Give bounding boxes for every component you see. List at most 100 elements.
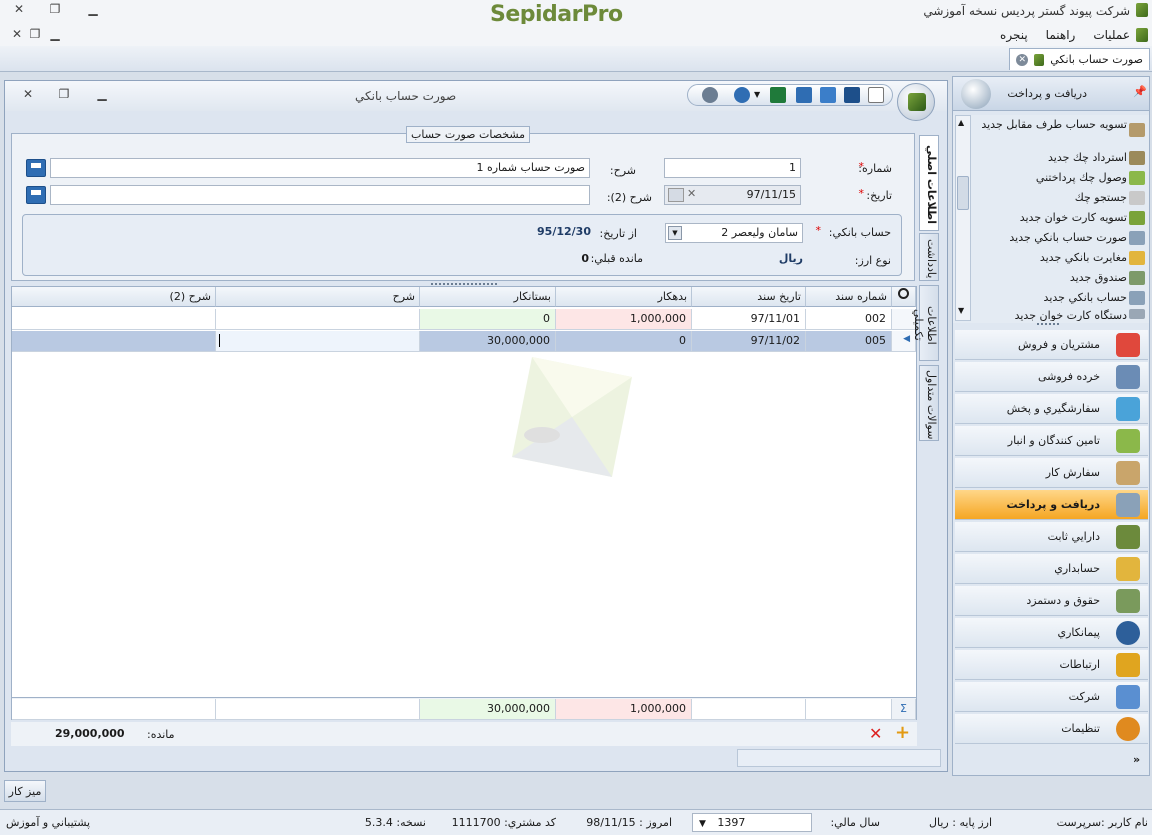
menu-operations[interactable]: عملیات	[1093, 28, 1130, 42]
col-desc2[interactable]: شرح (2)	[12, 287, 216, 307]
task-return-cheque[interactable]: استرداد چك جديد	[1048, 151, 1127, 164]
module-suppliers-inventory[interactable]: تامين کنندگان و انبار	[955, 426, 1148, 456]
save-new-icon[interactable]	[820, 87, 836, 103]
settle-icon	[1129, 123, 1145, 137]
toolbar: ▼	[687, 84, 893, 106]
close-window-button[interactable]: ✕	[10, 2, 28, 16]
task-collect-cheque[interactable]: وصول چك پرداختني	[1036, 171, 1127, 184]
task-new-card-device[interactable]: دستگاه کارت خوان جديد	[1015, 309, 1127, 321]
r0-desc2[interactable]	[12, 309, 216, 330]
desktop-button[interactable]: ميز کار	[4, 780, 46, 802]
restore-window-button[interactable]: ❐	[46, 2, 64, 16]
fiscal-year-select[interactable]: ▼ 1397	[692, 813, 812, 832]
tab-extra-info[interactable]: اطلاعات تکميلي	[912, 285, 939, 361]
r1-desc2[interactable]	[12, 331, 216, 352]
window-close-button[interactable]: ✕	[19, 87, 37, 101]
col-doc-date[interactable]: تاريخ سند	[692, 287, 806, 307]
desc2-field[interactable]	[50, 185, 590, 205]
r1-doc-date[interactable]: 97/11/02	[692, 331, 806, 352]
number-field[interactable]: 1	[664, 158, 801, 178]
minimize-window-button[interactable]: ▁	[84, 2, 102, 16]
task-scrollbar[interactable]: ▲ ▼	[955, 115, 971, 321]
form-logo-icon	[897, 83, 935, 121]
add-row-icon[interactable]: +	[895, 722, 910, 743]
save-close-icon[interactable]	[796, 87, 812, 103]
bank-statement-icon	[1129, 231, 1145, 245]
mdi-minimize-button[interactable]: ▁	[46, 27, 64, 41]
col-doc-number[interactable]: شماره سند	[806, 287, 892, 307]
r1-debit[interactable]: 0	[556, 331, 692, 352]
menu-window[interactable]: پنجره	[1000, 28, 1028, 42]
date-value: 97/11/15	[746, 188, 796, 201]
clear-date-icon[interactable]: ✕	[687, 187, 696, 200]
tools-icon[interactable]	[702, 87, 718, 103]
save-desc2-icon[interactable]	[26, 186, 46, 204]
col-debit[interactable]: بدهکار	[556, 287, 692, 307]
doc-tab-bank-statement[interactable]: صورت حساب بانکي ✕	[1009, 48, 1150, 70]
module-fixed-assets[interactable]: دارايي ثابت	[955, 522, 1148, 552]
task-search-cheque[interactable]: جستجو چك	[1075, 191, 1127, 204]
module-company[interactable]: شرکت	[955, 682, 1148, 712]
status-version: نسخه: 5.3.4	[364, 816, 426, 829]
r1-credit[interactable]: 30,000,000	[420, 331, 556, 352]
task-settle-card-reader[interactable]: تسويه کارت خوان جديد	[1020, 211, 1127, 224]
save-desc-icon[interactable]	[26, 159, 46, 177]
module-payroll[interactable]: حقوق و دستمزد	[955, 586, 1148, 616]
total-desc2	[12, 699, 216, 720]
r0-desc[interactable]	[216, 309, 420, 330]
task-new-bank-account[interactable]: حساب بانکي جديد	[1044, 291, 1127, 304]
task-new-bank-statement[interactable]: صورت حساب بانکي جديد	[1009, 231, 1127, 244]
module-order-distribution[interactable]: سفارشگيري و پخش	[955, 394, 1148, 424]
r0-debit[interactable]: 1,000,000	[556, 309, 692, 330]
menu-help[interactable]: راهنما	[1046, 28, 1076, 42]
bank-select[interactable]: سامان وليعصر 2 ▼	[665, 223, 803, 243]
delete-row-icon[interactable]: ✕	[869, 724, 882, 743]
tab-notes[interactable]: يادداشت	[919, 233, 939, 281]
r1-doc-number[interactable]: 005	[806, 331, 892, 352]
support-link[interactable]: پشتيباني و آموزش	[6, 816, 90, 829]
r0-credit[interactable]: 0	[420, 309, 556, 330]
module-accounting[interactable]: حسابداري	[955, 554, 1148, 584]
window-minimize-button[interactable]: ▁	[93, 87, 111, 101]
help-dropdown-icon[interactable]: ▼	[754, 90, 760, 99]
window-restore-button[interactable]: ❐	[55, 87, 73, 101]
navigation-pane: 📌 دريافت و پرداخت ▲ ▼ تسویه حساب طرف مقا…	[952, 76, 1150, 776]
r1-desc[interactable]	[216, 331, 420, 352]
doc-tab-close-icon[interactable]: ✕	[1016, 53, 1029, 66]
module-settings[interactable]: تنظيمات	[955, 714, 1148, 744]
desc-field[interactable]: صورت حساب شماره 1	[50, 158, 590, 178]
module-retail[interactable]: خرده فروشی	[955, 362, 1148, 392]
task-new-reconcile[interactable]: مغايرت بانكي جديد	[1040, 251, 1127, 264]
module-customers-sales[interactable]: مشتريان و فروش	[955, 330, 1148, 360]
r0-doc-date[interactable]: 97/11/01	[692, 309, 806, 330]
grid-search-icon[interactable]	[892, 287, 916, 307]
app-title: شرکت پیوند گستر پردیس نسخه آموزشي	[923, 4, 1130, 18]
date-field[interactable]: ✕ 97/11/15	[664, 185, 801, 205]
task-new-cashbox[interactable]: صندوق جديد	[1070, 271, 1127, 284]
mdi-restore-button[interactable]: ❐	[26, 27, 44, 41]
module-contracting[interactable]: پيمانکاري	[955, 618, 1148, 648]
calendar-icon[interactable]	[668, 188, 684, 202]
watermark-logo	[512, 357, 632, 477]
r0-doc-number[interactable]: 002	[806, 309, 892, 330]
tab-main-info[interactable]: اطلاعات اصلي	[919, 135, 939, 231]
bank-dropdown-icon[interactable]: ▼	[668, 226, 682, 240]
help-icon[interactable]	[734, 87, 750, 103]
module-communications[interactable]: ارتباطات	[955, 650, 1148, 680]
col-credit[interactable]: بستانکار	[420, 287, 556, 307]
mdi-close-button[interactable]: ✕	[8, 27, 26, 41]
col-desc[interactable]: شرح	[216, 287, 420, 307]
save-icon[interactable]	[844, 87, 860, 103]
expand-chevron-icon[interactable]: »	[1133, 753, 1140, 766]
module-work-order[interactable]: سفارش کار	[955, 458, 1148, 488]
text-caret	[219, 334, 220, 347]
excel-icon[interactable]	[770, 87, 786, 103]
pin-icon[interactable]: 📌	[1133, 85, 1147, 98]
tab-faq[interactable]: سوالات متداول	[919, 365, 939, 441]
total-desc	[216, 699, 420, 720]
task-settle-counterparty[interactable]: تسویه حساب طرف مقابل جديد	[977, 119, 1127, 131]
new-document-icon[interactable]	[868, 87, 884, 103]
nav-splitter[interactable]	[1037, 323, 1059, 327]
module-receive-pay[interactable]: دريافت و پرداخت	[955, 490, 1148, 520]
fiscal-year-dropdown-icon[interactable]: ▼	[699, 819, 706, 829]
